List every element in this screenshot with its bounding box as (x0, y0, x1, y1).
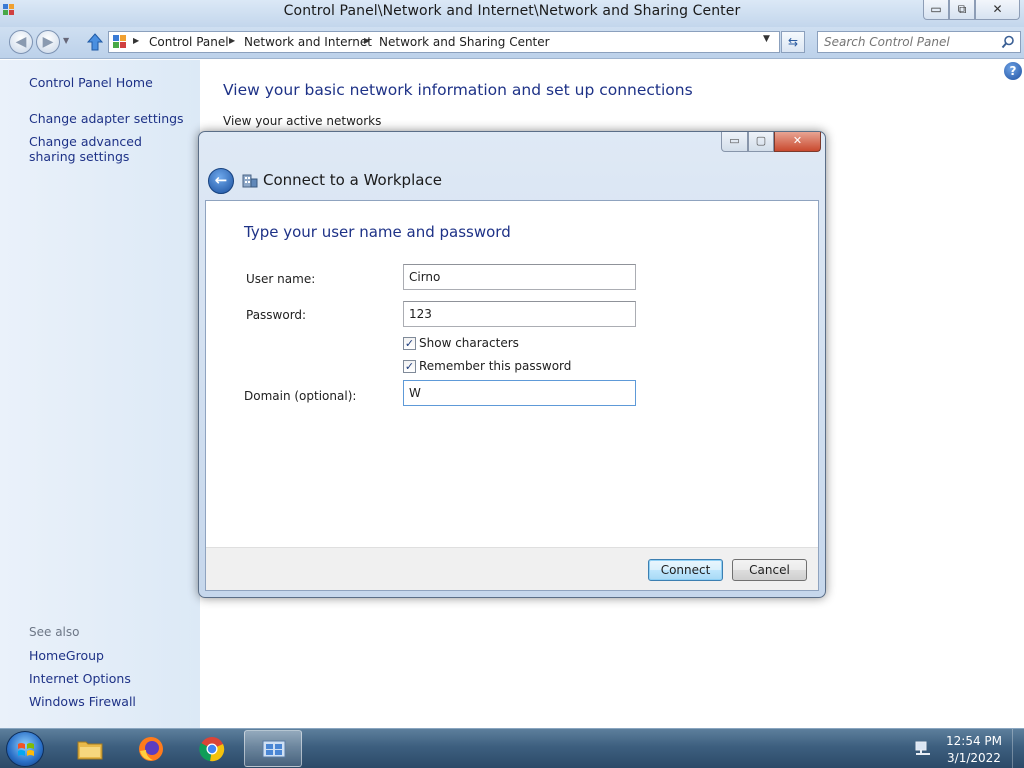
clock-date[interactable]: 3/1/2022 (946, 751, 1002, 765)
chevron-right-icon[interactable]: ▶ (229, 36, 235, 45)
control-panel-home-link[interactable]: Control Panel Home (29, 75, 153, 90)
crumb-control-panel[interactable]: Control Panel (149, 35, 229, 49)
internet-options-link[interactable]: Internet Options (29, 671, 131, 686)
taskbar-firefox-button[interactable] (122, 730, 180, 767)
clock-time[interactable]: 12:54 PM (946, 734, 1002, 748)
dialog-maximize-button: ▢ (748, 132, 774, 152)
dialog-close-button[interactable]: ✕ (774, 132, 821, 152)
chevron-right-icon[interactable]: ▶ (364, 36, 370, 45)
taskbar: 12:54 PM 3/1/2022 (0, 728, 1024, 768)
window-titlebar: Control Panel\Network and Internet\Netwo… (0, 0, 1024, 27)
windows-firewall-link[interactable]: Windows Firewall (29, 694, 136, 709)
folder-icon (77, 741, 103, 760)
back-button[interactable]: ◀ (9, 30, 33, 54)
show-characters-checkbox[interactable]: ✓ (403, 337, 416, 350)
crumb-network-and-sharing-center[interactable]: Network and Sharing Center (379, 35, 550, 49)
windows-logo-icon (18, 743, 34, 756)
search-input[interactable] (824, 34, 994, 50)
taskbar-explorer-button[interactable] (61, 730, 119, 767)
window-minimize-button[interactable]: ▭ (923, 0, 949, 20)
network-center-icon (262, 740, 286, 758)
check-icon: ✓ (404, 337, 415, 350)
taskbar-control-panel-button[interactable] (244, 730, 302, 767)
page-title: View your basic network information and … (223, 81, 693, 99)
address-bar: ◀ ▶ ▼ ▶ Control Panel ▶ Network and Inte… (0, 27, 1024, 59)
crumb-network-and-internet[interactable]: Network and Internet (244, 35, 372, 49)
dialog-title: Connect to a Workplace (263, 171, 442, 189)
show-characters-label[interactable]: Show characters (419, 336, 519, 350)
arrow-right-icon: ▶ (42, 34, 54, 50)
check-icon: ✓ (404, 360, 415, 373)
window-close-button[interactable]: ✕ (975, 0, 1020, 20)
password-label: Password: (246, 308, 307, 322)
domain-label: Domain (optional): (244, 389, 357, 403)
remember-password-checkbox[interactable]: ✓ (403, 360, 416, 373)
dialog-heading: Type your user name and password (244, 223, 511, 241)
workplace-icon (242, 174, 258, 188)
refresh-button[interactable]: ⇆ (781, 31, 805, 53)
change-adapter-settings-link[interactable]: Change adapter settings (29, 111, 184, 126)
dialog-back-button[interactable]: ← (208, 168, 234, 194)
search-box[interactable] (817, 31, 1021, 53)
dialog-content: Type your user name and password User na… (205, 200, 819, 591)
arrow-left-icon: ◀ (15, 34, 27, 50)
username-label: User name: (246, 272, 316, 286)
chrome-icon (199, 737, 225, 762)
taskbar-chrome-button[interactable] (183, 730, 241, 767)
search-icon[interactable] (1001, 35, 1015, 49)
username-input[interactable] (403, 264, 636, 290)
up-arrow-icon[interactable] (86, 32, 104, 52)
password-input[interactable] (403, 301, 636, 327)
window-restore-button[interactable]: ⧉ (949, 0, 975, 20)
help-icon[interactable]: ? (1004, 62, 1022, 80)
firefox-icon (139, 737, 163, 761)
cancel-button[interactable]: Cancel (732, 559, 807, 581)
change-advanced-sharing-settings-link[interactable]: Change advanced sharing settings (29, 134, 189, 164)
domain-input[interactable] (403, 380, 636, 406)
refresh-icon: ⇆ (787, 35, 799, 49)
connect-button[interactable]: Connect (648, 559, 723, 581)
control-panel-icon (113, 35, 126, 48)
task-pane: Control Panel Home Change adapter settin… (0, 60, 200, 728)
active-networks-heading: View your active networks (223, 114, 382, 128)
dialog-footer: Connect Cancel (206, 547, 818, 590)
start-button[interactable] (6, 731, 44, 767)
show-desktop-button[interactable] (1012, 729, 1024, 768)
recent-pages-dropdown[interactable]: ▼ (63, 36, 69, 45)
dialog-minimize-button[interactable]: ▭ (721, 132, 748, 152)
window-title: Control Panel\Network and Internet\Netwo… (283, 3, 741, 19)
remember-password-label[interactable]: Remember this password (419, 359, 571, 373)
chevron-right-icon[interactable]: ▶ (133, 36, 139, 45)
dialog-caption-buttons: ▭ ▢ ✕ (721, 132, 821, 152)
connect-to-workplace-dialog: ▭ ▢ ✕ ← Connect to a Workplace Type your… (198, 131, 826, 598)
breadcrumb[interactable]: ▶ Control Panel ▶ Network and Internet ▶… (108, 31, 780, 53)
forward-button[interactable]: ▶ (36, 30, 60, 54)
homegroup-link[interactable]: HomeGroup (29, 648, 104, 663)
arrow-left-icon: ← (214, 171, 228, 189)
network-tray-icon[interactable] (914, 739, 932, 757)
address-history-dropdown[interactable]: ▼ (763, 34, 770, 44)
see-also-heading: See also (29, 625, 80, 639)
